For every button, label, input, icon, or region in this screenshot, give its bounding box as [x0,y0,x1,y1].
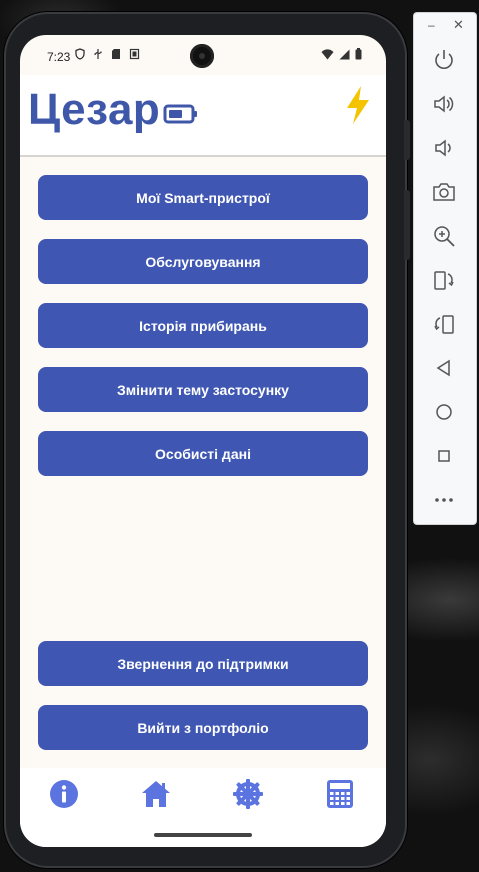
lightning-bolt-icon[interactable] [344,85,372,125]
calculator-icon[interactable] [324,778,356,810]
close-icon[interactable]: ✕ [453,17,464,33]
camera-icon[interactable] [431,179,457,205]
phone-volume-key [404,190,410,260]
signal-icon [339,49,350,59]
usb-icon [94,49,102,59]
phone-screen: 7:23 Цезар Мої Smart-пристрої Обслуговув… [20,35,386,847]
sd-card-icon [112,49,120,59]
app-title: Цезар [28,85,161,134]
more-icon[interactable] [431,487,457,513]
maintenance-button[interactable]: Обслуговування [38,239,368,284]
rotate-left-icon[interactable] [431,267,457,293]
minimize-icon[interactable]: – [428,18,435,32]
power-icon[interactable] [431,47,457,73]
battery-status-icon [355,48,362,60]
rotate-right-icon[interactable] [431,311,457,337]
status-bar: 7:23 [20,35,386,75]
screenshot-icon [129,48,140,60]
info-icon[interactable] [48,778,80,810]
home-icon[interactable] [140,778,172,810]
battery-icon [163,104,197,124]
settings-icon[interactable] [232,778,264,810]
status-notification-icons [75,48,140,60]
front-camera [190,44,214,68]
wifi-icon [321,48,334,59]
logout-button[interactable]: Вийти з портфоліо [38,705,368,750]
app-header: Цезар [20,75,386,157]
shield-icon [75,48,85,60]
home-circle-icon[interactable] [431,399,457,425]
status-system-icons [321,48,362,60]
change-theme-button[interactable]: Змінити тему застосунку [38,367,368,412]
volume-down-icon[interactable] [431,135,457,161]
cleaning-history-button[interactable]: Історія прибирань [38,303,368,348]
my-smart-devices-button[interactable]: Мої Smart-пристрої [38,175,368,220]
overview-icon[interactable] [431,443,457,469]
zoom-in-icon[interactable] [431,223,457,249]
phone-power-key [404,120,410,160]
volume-up-icon[interactable] [431,91,457,117]
personal-data-button[interactable]: Особисті дані [38,431,368,476]
emulator-control-panel: – ✕ [414,13,476,524]
status-time: 7:23 [47,50,71,64]
gesture-navigation-bar[interactable] [154,833,252,837]
contact-support-button[interactable]: Звернення до підтримки [38,641,368,686]
bottom-navigation [20,768,386,847]
back-icon[interactable] [431,355,457,381]
emulator-panel-titlebar: – ✕ [414,13,476,39]
